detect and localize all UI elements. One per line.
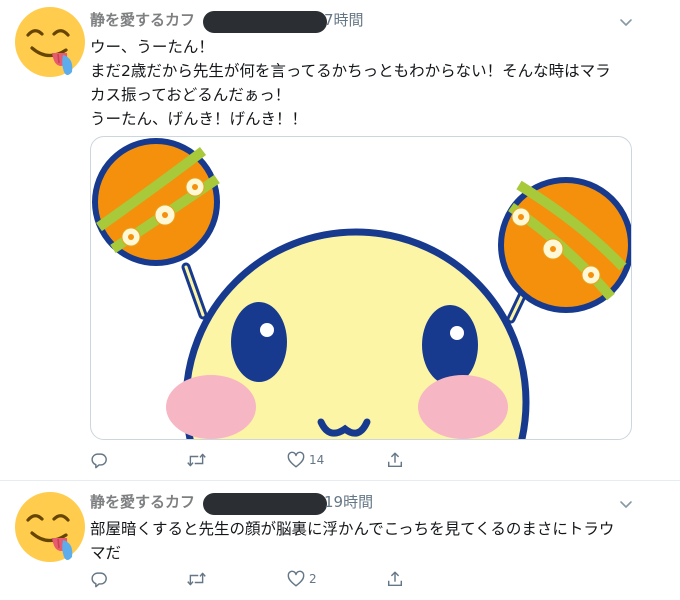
timestamp[interactable]: 19時間 bbox=[324, 491, 373, 512]
redacted-handle bbox=[203, 493, 327, 515]
tweet-text-line: うーたん、げんき！げんき！！ bbox=[90, 110, 308, 128]
avatar[interactable] bbox=[14, 6, 86, 78]
reply-button[interactable] bbox=[90, 568, 112, 590]
like-count: 14 bbox=[309, 453, 325, 467]
tweet[interactable]: 静を愛するカフ 7時間 ウー、うーたん！ まだ2歳だから先生が何を言ってるかちっ… bbox=[0, 0, 680, 480]
tweet-header: 静を愛するカフ bbox=[90, 9, 195, 31]
tweet-text: ウー、うーたん！ まだ2歳だから先生が何を言ってるかちっともわからない！そんな時… bbox=[90, 35, 611, 131]
display-name[interactable]: 静を愛するカフ bbox=[90, 11, 195, 29]
retweet-icon bbox=[186, 451, 207, 469]
retweet-icon bbox=[186, 570, 207, 588]
timestamp[interactable]: 7時間 bbox=[324, 9, 364, 30]
like-count: 2 bbox=[309, 572, 317, 586]
share-button[interactable] bbox=[386, 449, 404, 471]
tweet-actions: 14 bbox=[90, 449, 490, 471]
character-illustration bbox=[92, 138, 631, 439]
reply-button[interactable] bbox=[90, 449, 112, 471]
retweet-button[interactable] bbox=[186, 568, 211, 590]
right-maraca bbox=[498, 177, 631, 313]
tweet-text: 部屋暗くすると先生の顔が脳裏に浮かんでこっちを見てくるのまさにトラウ マだ bbox=[90, 517, 614, 565]
like-button[interactable]: 14 bbox=[287, 449, 324, 471]
tweet-text-line: マだ bbox=[90, 544, 122, 562]
tweet-header: 静を愛するカフ bbox=[90, 491, 195, 513]
share-button[interactable] bbox=[386, 568, 404, 590]
tweet-text-line: ウー、うーたん！ bbox=[90, 38, 214, 56]
left-maraca bbox=[92, 138, 220, 266]
tweet-text-line: カス振っておどるんだぁっ！ bbox=[90, 86, 291, 104]
reply-icon bbox=[90, 451, 108, 469]
character-head bbox=[166, 228, 530, 439]
media-image[interactable] bbox=[90, 136, 632, 440]
tweet-text-line: まだ2歳だから先生が何を言ってるかちっともわからない！そんな時はマラ bbox=[90, 62, 611, 80]
retweet-button[interactable] bbox=[186, 449, 211, 471]
avatar[interactable] bbox=[14, 491, 86, 563]
redacted-handle bbox=[203, 11, 327, 33]
share-icon bbox=[386, 451, 404, 469]
chevron-down-icon[interactable] bbox=[618, 14, 634, 30]
heart-icon bbox=[287, 451, 305, 469]
tweet[interactable]: 静を愛するカフ 19時間 部屋暗くすると先生の顔が脳裏に浮かんでこっちを見てくる… bbox=[0, 481, 680, 600]
like-button[interactable]: 2 bbox=[287, 568, 317, 590]
chevron-down-icon[interactable] bbox=[618, 496, 634, 512]
reply-icon bbox=[90, 570, 108, 588]
heart-icon bbox=[287, 570, 305, 588]
tweet-text-line: 部屋暗くすると先生の顔が脳裏に浮かんでこっちを見てくるのまさにトラウ bbox=[90, 520, 615, 538]
display-name[interactable]: 静を愛するカフ bbox=[90, 493, 195, 511]
tweet-actions: 2 bbox=[90, 568, 490, 590]
share-icon bbox=[386, 570, 404, 588]
